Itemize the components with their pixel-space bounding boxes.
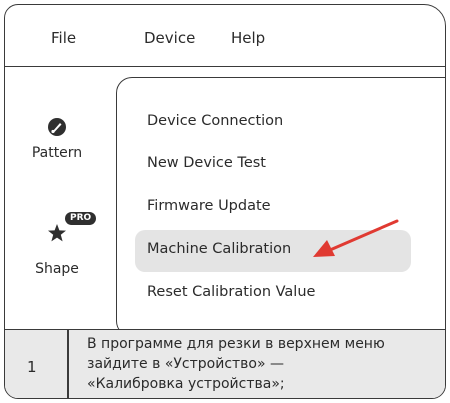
menu-help[interactable]: Help (231, 29, 265, 47)
shape-label: Shape (35, 261, 79, 277)
app-window: File Device Help Pattern PRO Shape Devic… (4, 4, 446, 399)
pattern-label: Pattern (31, 145, 83, 161)
menu-item-device-connection[interactable]: Device Connection (147, 113, 283, 129)
device-dropdown-menu: Device Connection New Device Test Firmwa… (116, 77, 445, 337)
menu-device[interactable]: Device (144, 29, 195, 47)
step-divider (67, 330, 69, 398)
instruction-line-3: «Калибровка устройства»; (87, 376, 285, 392)
menu-bar: File Device Help (5, 5, 445, 67)
star-icon (47, 223, 67, 247)
menu-item-firmware-update[interactable]: Firmware Update (147, 198, 271, 214)
instruction-panel: 1 В программе для резки в верхнем меню з… (5, 329, 445, 398)
menu-item-reset-calibration-value[interactable]: Reset Calibration Value (147, 284, 315, 300)
menu-item-new-device-test[interactable]: New Device Test (147, 155, 266, 171)
instruction-text: В программе для резки в верхнем меню зай… (87, 334, 442, 394)
palette-icon (47, 117, 67, 141)
step-number: 1 (27, 358, 37, 376)
instruction-line-2: зайдите в «Устройство» — (87, 356, 285, 372)
sidebar-tool-pattern[interactable]: Pattern (27, 117, 87, 161)
instruction-line-1: В программе для резки в верхнем меню (87, 336, 385, 352)
menu-item-machine-calibration[interactable]: Machine Calibration (147, 241, 291, 257)
menu-file[interactable]: File (51, 29, 76, 47)
sidebar-tool-shape[interactable]: Shape (27, 223, 87, 277)
